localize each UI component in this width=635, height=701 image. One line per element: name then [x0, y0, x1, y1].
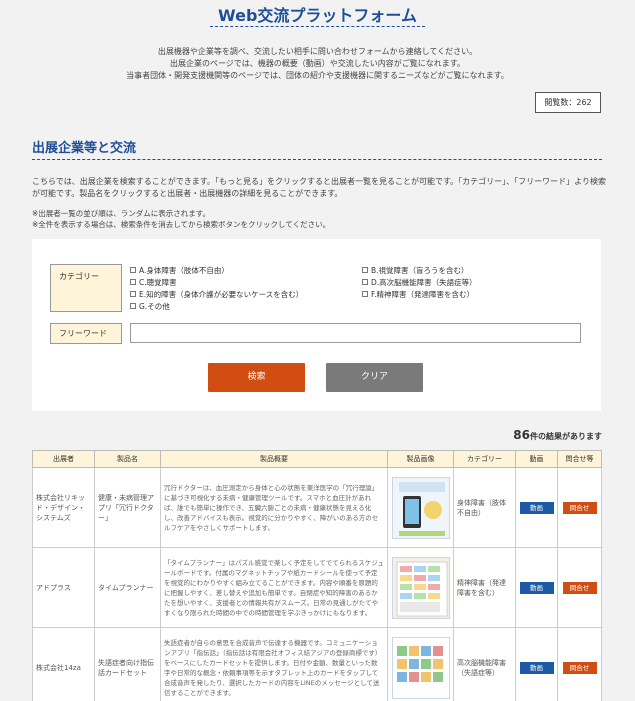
inquiry-button[interactable]: 問合せ	[562, 501, 597, 514]
product-image-graphic	[392, 477, 449, 538]
checkbox-icon[interactable]	[130, 267, 136, 273]
category-checkbox-b[interactable]: B.視覚障害（盲ろうを含む）	[362, 266, 469, 276]
overview-cell: 失語症者が自らの意思を合成音声で伝達する機器です。コミュニケーションアプリ「指伝…	[160, 627, 388, 701]
clear-button[interactable]: クリア	[326, 363, 423, 392]
image-cell	[387, 547, 454, 628]
product-link[interactable]: タイムプランナー	[94, 547, 161, 628]
table-row: 株式会社14za 失語症者向け指伝話カードセット 失語症者が自らの意思を合成音声…	[32, 627, 602, 701]
search-button[interactable]: 検索	[208, 363, 305, 392]
video-button[interactable]: 動画	[519, 661, 554, 674]
category-checkbox-c[interactable]: C.聴覚障害	[130, 278, 177, 288]
category-option-label: C.聴覚障害	[139, 278, 177, 287]
overview-cell: 冗行ドクターは、血圧測定から身体と心の状態を東洋医学の「冗行理論」に基づき可視化…	[160, 467, 388, 548]
checkbox-icon[interactable]	[362, 291, 368, 297]
image-cell	[387, 627, 454, 701]
section-notes: ※出展者一覧の並び順は、ランダムに表示されます。 ※全件を表示する場合は、検索条…	[32, 208, 330, 230]
checkbox-icon[interactable]	[362, 279, 368, 285]
intro-text: 出展機器や企業等を調べ、交流したい相手に問い合わせフォームから連絡してください。…	[0, 46, 635, 82]
inquiry-cell: 問合せ	[557, 627, 602, 701]
header-overview: 製品概要	[160, 450, 388, 468]
checkbox-icon[interactable]	[130, 279, 136, 285]
inquiry-cell: 問合せ	[557, 547, 602, 628]
category-option-label: G.その他	[139, 302, 170, 311]
search-panel: カテゴリー A.身体障害（肢体不自由） B.視覚障害（盲ろうを含む） C.聴覚障…	[32, 239, 601, 411]
results-table: 出展者 製品名 製品概要 製品画像 カテゴリー 動画 問合せ等 株式会社リキッド…	[32, 450, 602, 701]
table-row: 株式会社リキッド・デザイン・システムズ 健康・未病管理アプリ「冗行ドクター」 冗…	[32, 467, 602, 548]
header-image: 製品画像	[387, 450, 454, 468]
category-option-label: B.視覚障害（盲ろうを含む）	[371, 266, 469, 275]
category-checkbox-f[interactable]: F.精神障害（発達障害を含む）	[362, 290, 474, 300]
title-divider	[210, 26, 425, 27]
section-divider	[32, 159, 602, 160]
header-product: 製品名	[94, 450, 161, 468]
category-checkbox-a[interactable]: A.身体障害（肢体不自由）	[130, 266, 229, 276]
category-cell: 高次脳機能障害（失語症等）	[453, 627, 516, 701]
category-cell: 精神障害（発達障害を含む）	[453, 547, 516, 628]
intro-line: 出展企業のページでは、機器の概要（動画）や交流したい内容がご覧になれます。	[169, 59, 466, 68]
product-image	[391, 476, 450, 539]
overview-cell: 「タイムプランナー」はパズル感覚で楽しく予定をしてでてられるスケジュールボードで…	[160, 547, 388, 628]
category-checkbox-g[interactable]: G.その他	[130, 302, 170, 312]
table-header-row: 出展者 製品名 製品概要 製品画像 カテゴリー 動画 問合せ等	[32, 450, 602, 468]
product-image	[391, 636, 450, 699]
checkbox-icon[interactable]	[130, 291, 136, 297]
exhibitor-cell: 株式会社14za	[32, 627, 95, 701]
header-video: 動画	[515, 450, 558, 468]
category-label: カテゴリー	[50, 264, 122, 312]
intro-line: 当事者団体・開発支援機関等のページでは、団体の紹介や支援機器に関するニーズなどが…	[126, 71, 509, 80]
video-cell: 動画	[515, 627, 558, 701]
category-option-label: D.高次脳機能障害（失語症等）	[371, 278, 477, 287]
category-option-label: A.身体障害（肢体不自由）	[139, 266, 229, 275]
freeword-label: フリーワード	[50, 323, 122, 344]
product-image-graphic	[392, 637, 449, 698]
checkbox-icon[interactable]	[362, 267, 368, 273]
category-checkbox-d[interactable]: D.高次脳機能障害（失語症等）	[362, 278, 477, 288]
note-show-all: ※全件を表示する場合は、検索条件を消去してから検索ボタンをクリックしてください。	[32, 220, 331, 229]
product-image	[391, 556, 450, 619]
exhibitor-cell: 株式会社リキッド・デザイン・システムズ	[32, 467, 95, 548]
product-image-graphic	[392, 557, 449, 618]
checkbox-icon[interactable]	[130, 303, 136, 309]
product-link[interactable]: 失語症者向け指伝話カードセット	[94, 627, 161, 701]
note-random-order: ※出展者一覧の並び順は、ランダムに表示されます。	[32, 209, 211, 218]
category-option-label: F.精神障害（発達障害を含む）	[371, 290, 474, 299]
freeword-input[interactable]	[130, 323, 581, 343]
intro-line: 出展機器や企業等を調べ、交流したい相手に問い合わせフォームから連絡してください。	[157, 47, 478, 56]
product-link[interactable]: 健康・未病管理アプリ「冗行ドクター」	[94, 467, 161, 548]
inquiry-cell: 問合せ	[557, 467, 602, 548]
table-row: アドプラス タイムプランナー 「タイムプランナー」はパズル感覚で楽しく予定をして…	[32, 547, 602, 628]
page-title: Web交流プラットフォーム	[218, 6, 417, 25]
section-description: こちらでは、出展企業を検索することができます。「もっと見る」をクリックすると出展…	[32, 177, 606, 198]
category-checkbox-e[interactable]: E.知的障害（身体介護が必要ないケースを含む）	[130, 290, 303, 300]
header-inquiry: 問合せ等	[557, 450, 602, 468]
header-exhibitor: 出展者	[32, 450, 95, 468]
result-count: 86件の結果があります	[513, 428, 602, 442]
view-count-badge: 閲覧数：262	[535, 92, 601, 113]
inquiry-button[interactable]: 問合せ	[562, 581, 597, 594]
category-option-label: E.知的障害（身体介護が必要ないケースを含む）	[139, 290, 304, 299]
video-button[interactable]: 動画	[519, 501, 554, 514]
video-cell: 動画	[515, 547, 558, 628]
exhibitor-cell: アドプラス	[32, 547, 95, 628]
video-button[interactable]: 動画	[519, 581, 554, 594]
image-cell	[387, 467, 454, 548]
category-cell: 身体障害（肢体不自由）	[453, 467, 516, 548]
video-cell: 動画	[515, 467, 558, 548]
result-count-number: 86	[513, 428, 530, 442]
header-category: カテゴリー	[453, 450, 516, 468]
inquiry-button[interactable]: 問合せ	[562, 661, 597, 674]
result-count-suffix: 件の結果があります	[530, 432, 602, 441]
section-title: 出展企業等と交流	[32, 141, 137, 156]
